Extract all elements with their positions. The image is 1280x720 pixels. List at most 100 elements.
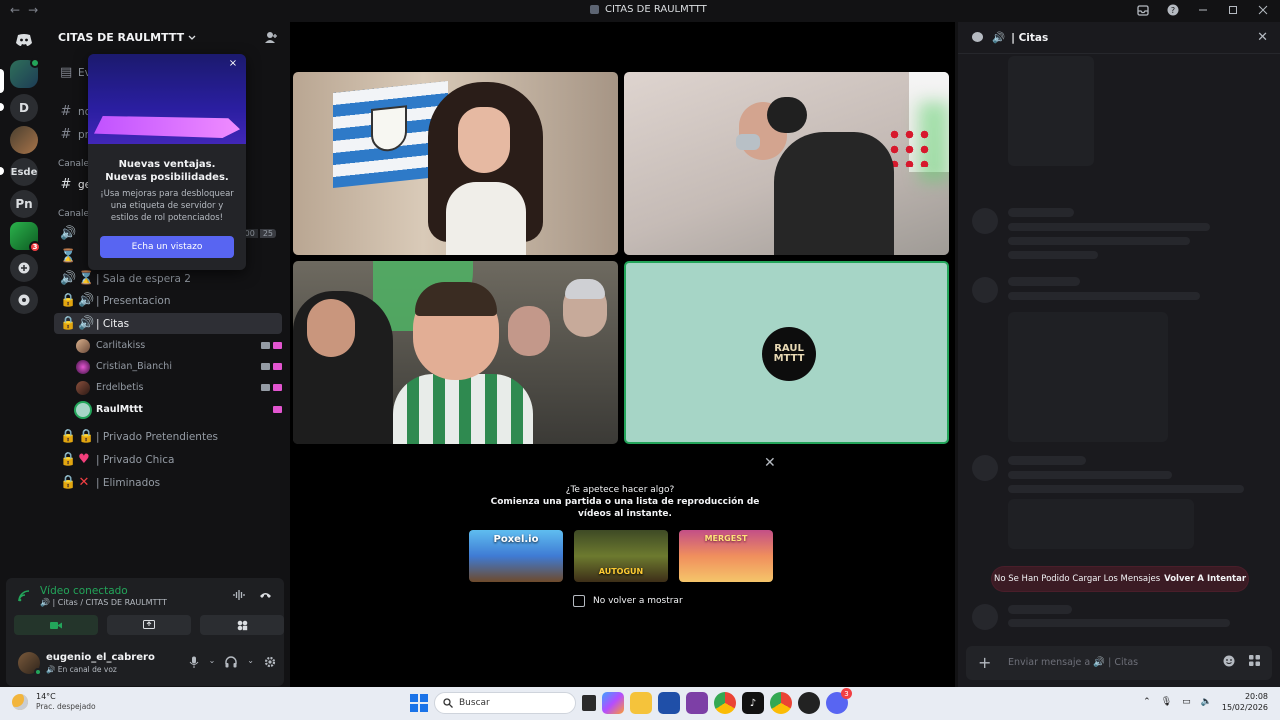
chevron-down-icon[interactable]: ⌄ bbox=[209, 656, 216, 671]
close-icon[interactable]: × bbox=[226, 58, 240, 72]
voice-member[interactable]: Erdelbetis bbox=[76, 378, 282, 397]
server-avatar[interactable] bbox=[10, 126, 38, 154]
voice-channel-item[interactable]: 🔒 🔊 | Presentacion bbox=[54, 290, 282, 311]
speaker-icon: 🔊 bbox=[78, 316, 95, 331]
svg-text:?: ? bbox=[1171, 6, 1175, 15]
taskbar-search[interactable]: Buscar bbox=[434, 692, 576, 714]
category-label[interactable]: Canale bbox=[58, 209, 89, 219]
store-icon[interactable] bbox=[658, 692, 680, 714]
tiktok-icon[interactable]: ♪ bbox=[742, 692, 764, 714]
message-input[interactable]: Enviar mensaje a 🔊 | Citas bbox=[1008, 657, 1138, 668]
voice-channel-path[interactable]: 🔊 | Citas / CITAS DE RAULMTTT bbox=[40, 598, 167, 607]
task-view-icon[interactable] bbox=[582, 695, 596, 711]
voice-member[interactable]: Cristian_Bianchi bbox=[76, 357, 282, 376]
microphone-icon[interactable]: 🎙 bbox=[1161, 697, 1172, 707]
app-icon[interactable] bbox=[798, 692, 820, 714]
dont-show-checkbox[interactable] bbox=[573, 595, 585, 607]
server-citas[interactable] bbox=[10, 58, 40, 88]
video-tile-cristian[interactable] bbox=[624, 72, 949, 255]
disconnect-icon[interactable] bbox=[259, 589, 272, 603]
apps-icon[interactable] bbox=[1249, 655, 1260, 670]
voice-channel-citas[interactable]: 🔒 🔊 | Citas bbox=[54, 313, 282, 334]
server-pn[interactable]: Pn bbox=[10, 190, 38, 218]
network-icon[interactable]: ▭ bbox=[1182, 697, 1191, 707]
close-activity-prompt-icon[interactable]: ✕ bbox=[764, 455, 776, 471]
voice-member[interactable]: RaulMttt bbox=[76, 400, 282, 419]
add-server-icon[interactable] bbox=[10, 254, 38, 282]
settings-gear-icon[interactable] bbox=[264, 656, 276, 671]
server-esde[interactable]: Esde bbox=[10, 158, 38, 186]
screen-share-icon bbox=[143, 620, 155, 629]
back-arrow-icon[interactable]: ← bbox=[10, 3, 20, 17]
chevron-up-icon[interactable]: ⌃ bbox=[1143, 697, 1151, 707]
help-icon[interactable]: ? bbox=[1166, 3, 1180, 17]
video-stage: RAUL MTTT ✕ ¿Te apetece hacer algo? Comi… bbox=[290, 22, 955, 687]
private-channel-item[interactable]: 🔒 🔒 | Privado Pretendientes bbox=[54, 426, 282, 447]
username[interactable]: eugenio_el_cabrero bbox=[46, 652, 155, 663]
member-status-icons bbox=[261, 384, 282, 391]
xbox-app-icon[interactable] bbox=[686, 692, 708, 714]
discord-taskbar-icon[interactable]: 3 bbox=[826, 688, 852, 714]
promo-cta-button[interactable]: Echa un vistazo bbox=[100, 236, 234, 258]
maximize-icon[interactable] bbox=[1226, 3, 1240, 17]
chrome-icon[interactable] bbox=[714, 692, 736, 714]
invite-icon[interactable] bbox=[265, 31, 278, 46]
video-tile-raulmttt[interactable]: RAUL MTTT bbox=[624, 261, 949, 444]
signal-icon[interactable] bbox=[18, 590, 30, 605]
voice-member[interactable]: Carlitakiss bbox=[76, 336, 282, 355]
camera-button[interactable] bbox=[14, 615, 98, 635]
calendar-icon: ▤ bbox=[60, 65, 73, 80]
loading-skeleton bbox=[1008, 499, 1194, 549]
heart-icon: ♥ bbox=[78, 452, 90, 467]
dont-show-again[interactable]: No volver a mostrar bbox=[573, 595, 683, 607]
member-status-icons bbox=[273, 406, 282, 413]
weather-widget[interactable]: 14°C Prac. despejado bbox=[12, 692, 96, 711]
activity-icon bbox=[273, 384, 282, 391]
activities-button[interactable] bbox=[200, 615, 284, 635]
private-channel-item[interactable]: 🔒 ✕ | Eliminados bbox=[54, 472, 282, 493]
microphone-icon[interactable] bbox=[189, 656, 199, 671]
voice-status[interactable]: Vídeo conectado bbox=[40, 585, 128, 597]
user-avatar[interactable] bbox=[18, 652, 42, 676]
private-channel-item[interactable]: 🔒 ♥ | Privado Chica bbox=[54, 449, 282, 470]
activity-icon bbox=[273, 363, 282, 370]
channel-label: | Citas bbox=[96, 317, 130, 330]
chevron-down-icon[interactable]: ⌄ bbox=[247, 656, 254, 671]
server-d[interactable]: D bbox=[10, 94, 38, 122]
noise-suppression-icon[interactable] bbox=[233, 589, 245, 603]
close-icon[interactable] bbox=[1256, 3, 1270, 17]
video-tile-erdelbetis[interactable] bbox=[293, 261, 618, 444]
inbox-icon[interactable] bbox=[1136, 3, 1150, 17]
minimize-icon[interactable] bbox=[1196, 3, 1210, 17]
lock-emoji-icon: 🔒 bbox=[78, 429, 95, 444]
retry-button[interactable]: Volver A Intentar bbox=[1164, 574, 1246, 584]
promo-body: ¡Usa mejoras para desbloquear una etique… bbox=[100, 189, 234, 223]
loading-skeleton bbox=[1008, 277, 1080, 286]
screen-share-button[interactable] bbox=[107, 615, 191, 635]
forward-arrow-icon[interactable]: → bbox=[28, 3, 38, 17]
server-green[interactable]: 3 bbox=[10, 222, 41, 253]
clock[interactable]: 20:08 15/02/2026 bbox=[1222, 691, 1268, 713]
game-card-poxel[interactable]: Poxel.io bbox=[469, 530, 563, 582]
headphones-icon[interactable] bbox=[225, 656, 237, 671]
voice-channel-item[interactable]: 🔊 ⌛ | Sala de espera 2 bbox=[54, 268, 282, 289]
discover-icon[interactable] bbox=[10, 286, 38, 314]
volume-icon[interactable]: 🔈 bbox=[1201, 697, 1212, 707]
close-icon[interactable]: ✕ bbox=[1257, 30, 1268, 45]
attach-plus-icon[interactable]: + bbox=[978, 653, 991, 672]
discord-home-icon[interactable] bbox=[10, 26, 38, 54]
voice-connection-panel: Vídeo conectado 🔊 | Citas / CITAS DE RAU… bbox=[6, 578, 284, 686]
copilot-icon[interactable] bbox=[602, 692, 624, 714]
server-name[interactable]: CITAS DE RAULMTTT bbox=[58, 31, 196, 44]
game-card-autogun[interactable]: AUTOGUN bbox=[574, 530, 668, 582]
windows-start-icon[interactable] bbox=[410, 694, 428, 712]
chrome-profile-icon[interactable] bbox=[770, 692, 792, 714]
emoji-icon[interactable] bbox=[1223, 655, 1235, 670]
activity-icon bbox=[273, 406, 282, 413]
game-card-mergest[interactable]: MERGEST bbox=[679, 530, 773, 582]
file-explorer-icon[interactable] bbox=[630, 692, 652, 714]
voice-channel-path-text: | Citas / CITAS DE RAULMTTT bbox=[52, 598, 167, 607]
category-label[interactable]: Canale bbox=[58, 159, 89, 169]
video-tile-carlitakiss[interactable] bbox=[293, 72, 618, 255]
channel-label: | Privado Pretendientes bbox=[96, 430, 219, 443]
